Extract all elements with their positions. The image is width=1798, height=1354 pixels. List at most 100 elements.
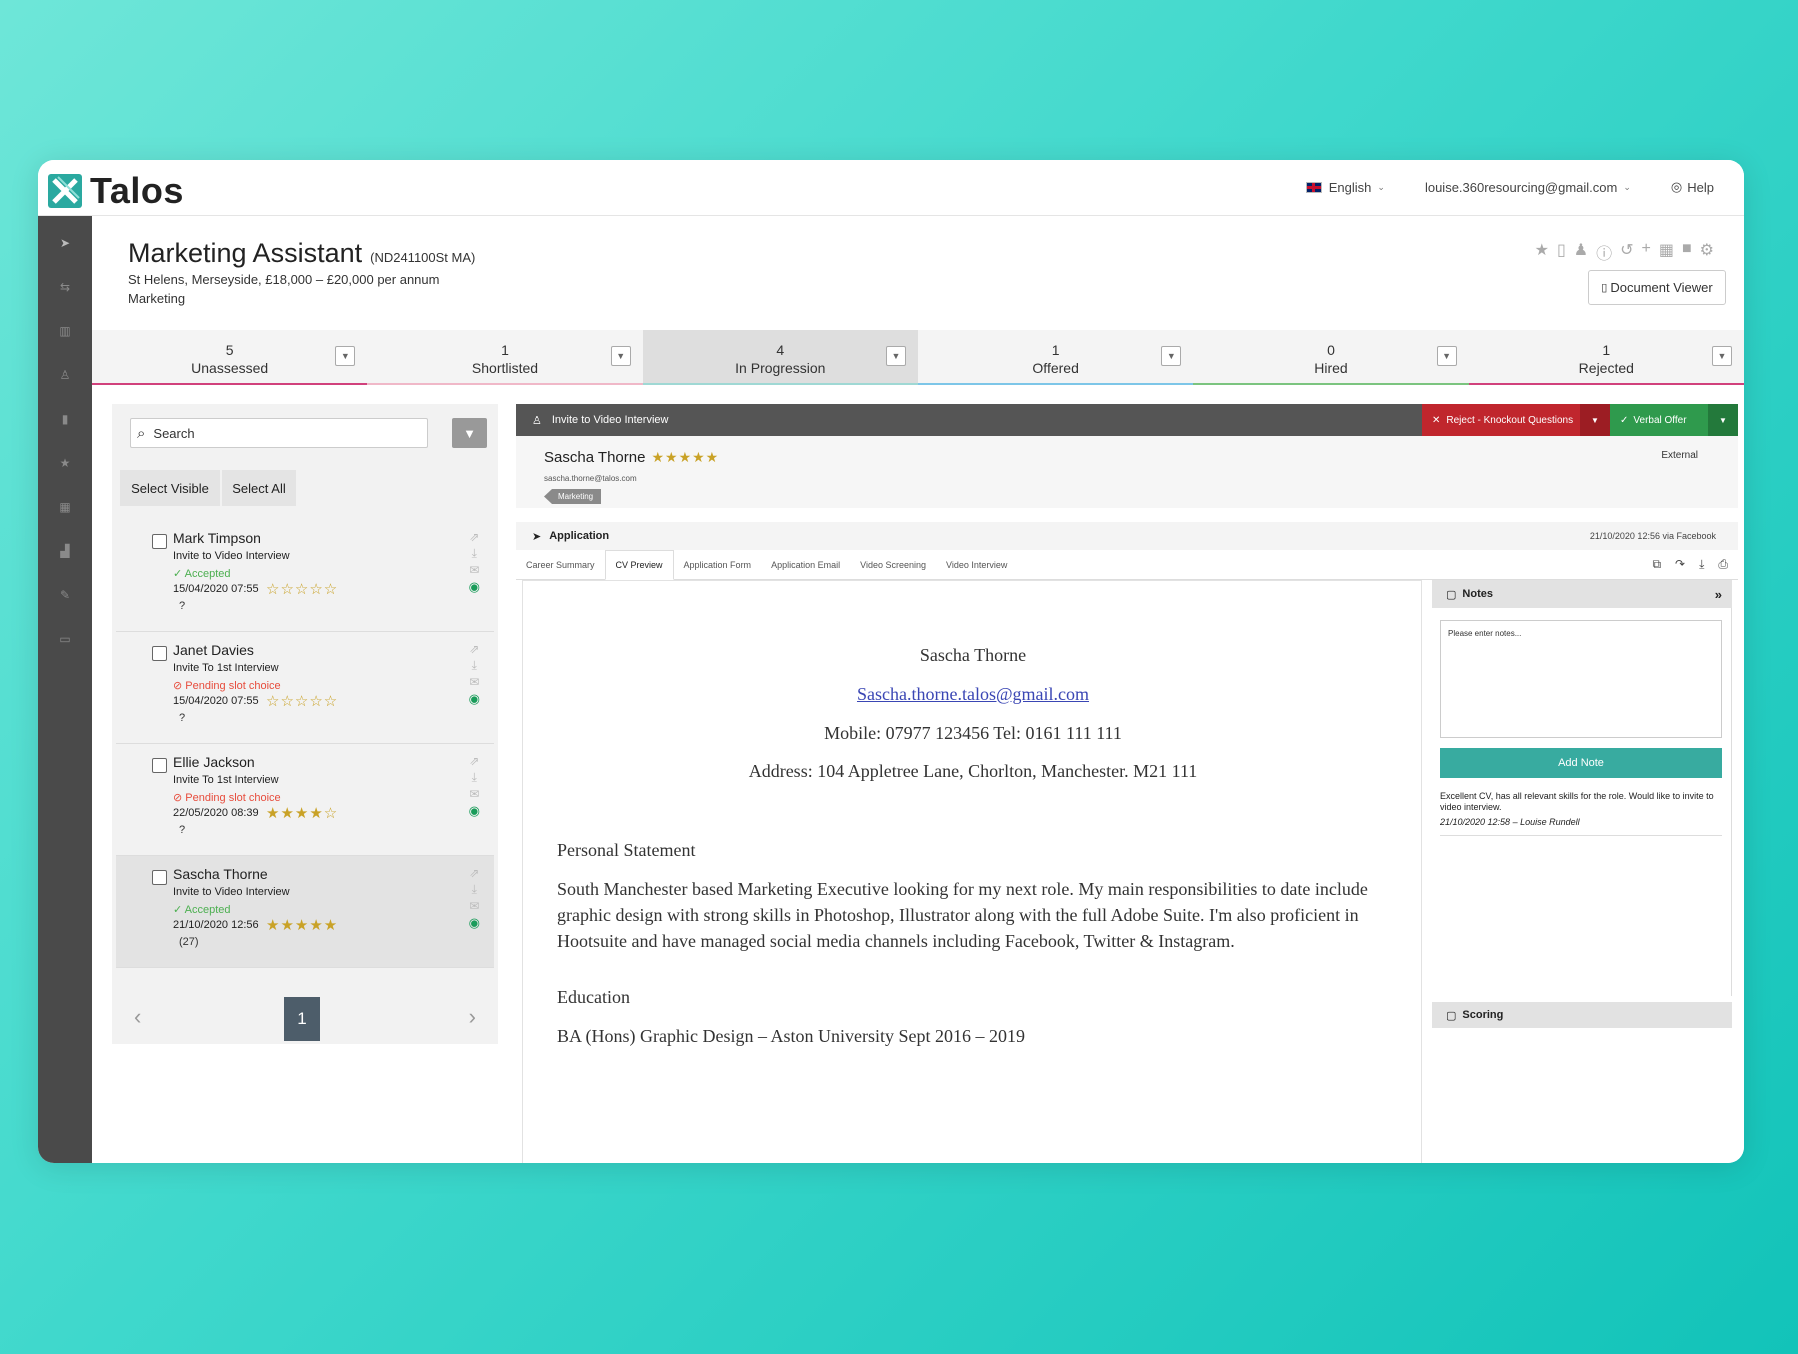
stage-shortlisted[interactable]: 1 Shortlisted ▼ bbox=[367, 330, 643, 385]
sidebar-feather-icon[interactable]: ✎ bbox=[38, 573, 92, 617]
stage-dropdown-icon[interactable]: ▼ bbox=[610, 346, 631, 366]
chevron-left-icon[interactable]: ‹ bbox=[134, 1004, 141, 1030]
tab-video-screening[interactable]: Video Screening bbox=[850, 550, 936, 580]
calendar-icon[interactable]: ▦ bbox=[1659, 240, 1674, 264]
chat-icon[interactable]: ✉ bbox=[469, 563, 479, 577]
stage-hired[interactable]: 0 Hired ▼ bbox=[1193, 330, 1469, 385]
download-icon[interactable]: ⤓ bbox=[472, 882, 477, 897]
stage-dropdown-icon[interactable]: ▼ bbox=[885, 346, 906, 366]
help-icon[interactable]: ? bbox=[179, 600, 185, 612]
sidebar-star-icon[interactable]: ★ bbox=[38, 441, 92, 485]
sidebar-calendar-icon[interactable]: ▦ bbox=[38, 485, 92, 529]
candidate-email[interactable]: sascha.thorne@talos.com bbox=[544, 474, 637, 483]
sidebar-chart-icon[interactable]: ▟ bbox=[38, 529, 92, 573]
eye-icon[interactable]: ◉ bbox=[469, 579, 480, 595]
rating-stars[interactable]: ☆☆☆☆☆ bbox=[266, 692, 338, 710]
download-icon[interactable]: ⤓ bbox=[1699, 557, 1704, 572]
language-selector[interactable]: English ⌄ bbox=[1305, 180, 1385, 195]
candidate-row-selected[interactable]: Sascha Thorne Invite to Video Interview … bbox=[116, 856, 494, 968]
chevron-right-icon[interactable]: › bbox=[469, 1004, 476, 1030]
sidebar-transfer-icon[interactable]: ⇆ bbox=[38, 265, 92, 309]
candidate-row[interactable]: Ellie Jackson Invite To 1st Interview ⊘ … bbox=[116, 744, 494, 856]
copy-icon[interactable]: ⧉ bbox=[1652, 557, 1661, 572]
sidebar-book-icon[interactable]: ▮ bbox=[38, 397, 92, 441]
candidate-name[interactable]: Ellie Jackson bbox=[173, 754, 255, 770]
tab-career-summary[interactable]: Career Summary bbox=[516, 550, 605, 580]
sidebar-card-icon[interactable]: ▭ bbox=[38, 617, 92, 661]
reject-dropdown-icon[interactable]: ▼ bbox=[1580, 404, 1610, 436]
tab-cv-preview[interactable]: CV Preview bbox=[604, 550, 674, 580]
search-input[interactable]: ⌕ Search bbox=[130, 418, 428, 448]
settings-icon[interactable]: ⚙ bbox=[1700, 240, 1714, 264]
candidate-checkbox[interactable] bbox=[152, 870, 167, 885]
tab-application-email[interactable]: Application Email bbox=[761, 550, 850, 580]
plus-icon[interactable]: + bbox=[1642, 240, 1651, 264]
download-icon[interactable]: ⤓ bbox=[472, 546, 477, 561]
cv-email-link[interactable]: Sascha.thorne.talos@gmail.com bbox=[857, 684, 1089, 704]
chat-icon[interactable]: ✉ bbox=[469, 899, 479, 913]
stage-offered[interactable]: 1 Offered ▼ bbox=[917, 330, 1194, 385]
download-icon[interactable]: ⤓ bbox=[472, 770, 477, 785]
history-icon[interactable]: ↺ bbox=[1620, 240, 1633, 264]
scoring-header[interactable]: ▢ Scoring bbox=[1432, 1002, 1732, 1028]
share-icon[interactable]: ⇗ bbox=[469, 866, 479, 880]
eye-icon[interactable]: ◉ bbox=[469, 915, 480, 931]
chat-icon[interactable]: ✉ bbox=[469, 787, 479, 801]
candidate-row[interactable]: Janet Davies Invite To 1st Interview ⊘ P… bbox=[116, 632, 494, 744]
rating-stars[interactable]: ★★★★★ bbox=[651, 449, 719, 465]
select-all-button[interactable]: Select All bbox=[222, 470, 296, 506]
star-icon[interactable]: ★ bbox=[1535, 240, 1549, 264]
tab-application-form[interactable]: Application Form bbox=[674, 550, 762, 580]
eye-icon[interactable]: ◉ bbox=[469, 803, 480, 819]
users-icon[interactable]: ♟ bbox=[1574, 240, 1588, 264]
offer-dropdown-icon[interactable]: ▼ bbox=[1708, 404, 1738, 436]
candidate-name[interactable]: Janet Davies bbox=[173, 642, 254, 658]
help-link[interactable]: ◎ Help bbox=[1671, 179, 1714, 195]
print-icon[interactable]: ⎙ bbox=[1718, 557, 1728, 572]
candidate-checkbox[interactable] bbox=[152, 758, 167, 773]
document-icon[interactable]: ▯ bbox=[1557, 240, 1566, 264]
notes-header[interactable]: ▢ Notes » bbox=[1432, 580, 1732, 608]
rating-stars[interactable]: ★★★★★ bbox=[266, 916, 338, 934]
stage-dropdown-icon[interactable]: ▼ bbox=[1711, 346, 1732, 366]
candidate-name[interactable]: Mark Timpson bbox=[173, 530, 261, 546]
stage-dropdown-icon[interactable]: ▼ bbox=[1436, 346, 1457, 366]
stage-rejected[interactable]: 1 Rejected ▼ bbox=[1468, 330, 1744, 385]
stage-dropdown-icon[interactable]: ▼ bbox=[335, 346, 356, 366]
logo[interactable]: Talos bbox=[48, 170, 184, 212]
candidate-name[interactable]: Sascha Thorne bbox=[173, 866, 268, 882]
stage-dropdown-icon[interactable]: ▼ bbox=[1161, 346, 1182, 366]
video-icon[interactable]: ■ bbox=[1682, 240, 1692, 264]
help-icon[interactable]: ? bbox=[179, 824, 185, 836]
sidebar-send-icon[interactable]: ➤ bbox=[38, 221, 92, 265]
add-note-button[interactable]: Add Note bbox=[1440, 748, 1722, 778]
candidate-row[interactable]: Mark Timpson Invite to Video Interview ✓… bbox=[116, 520, 494, 632]
select-visible-button[interactable]: Select Visible bbox=[120, 470, 220, 506]
rating-stars[interactable]: ★★★★☆ bbox=[266, 804, 338, 822]
share-icon[interactable]: ⇗ bbox=[469, 530, 479, 544]
rating-stars[interactable]: ☆☆☆☆☆ bbox=[266, 580, 338, 598]
download-icon[interactable]: ⤓ bbox=[472, 658, 477, 673]
document-viewer-button[interactable]: ▯ Document Viewer bbox=[1588, 270, 1726, 305]
collapse-icon[interactable]: » bbox=[1715, 587, 1722, 602]
filter-button[interactable]: ▼ bbox=[452, 418, 487, 448]
reject-button[interactable]: ✕ Reject - Knockout Questions bbox=[1422, 404, 1580, 436]
forward-icon[interactable]: ↷ bbox=[1675, 557, 1685, 572]
info-icon[interactable]: ⓘ bbox=[1596, 240, 1612, 264]
eye-icon[interactable]: ◉ bbox=[469, 691, 480, 707]
page-number[interactable]: 1 bbox=[284, 997, 320, 1041]
share-icon[interactable]: ⇗ bbox=[469, 642, 479, 656]
user-menu[interactable]: louise.360resourcing@gmail.com ⌄ bbox=[1425, 180, 1631, 195]
notes-textarea[interactable]: Please enter notes... bbox=[1440, 620, 1722, 738]
candidate-checkbox[interactable] bbox=[152, 534, 167, 549]
help-icon[interactable]: ? bbox=[179, 712, 185, 724]
share-icon[interactable]: ⇗ bbox=[469, 754, 479, 768]
sidebar-building-icon[interactable]: ▥ bbox=[38, 309, 92, 353]
candidate-checkbox[interactable] bbox=[152, 646, 167, 661]
verbal-offer-button[interactable]: ✓ Verbal Offer bbox=[1610, 404, 1708, 436]
sidebar-person-icon[interactable]: ♙ bbox=[38, 353, 92, 397]
stage-unassessed[interactable]: 5 Unassessed ▼ bbox=[92, 330, 368, 385]
tab-video-interview[interactable]: Video Interview bbox=[936, 550, 1017, 580]
stage-in-progression[interactable]: 4 In Progression ▼ bbox=[642, 330, 918, 385]
chat-icon[interactable]: ✉ bbox=[469, 675, 479, 689]
